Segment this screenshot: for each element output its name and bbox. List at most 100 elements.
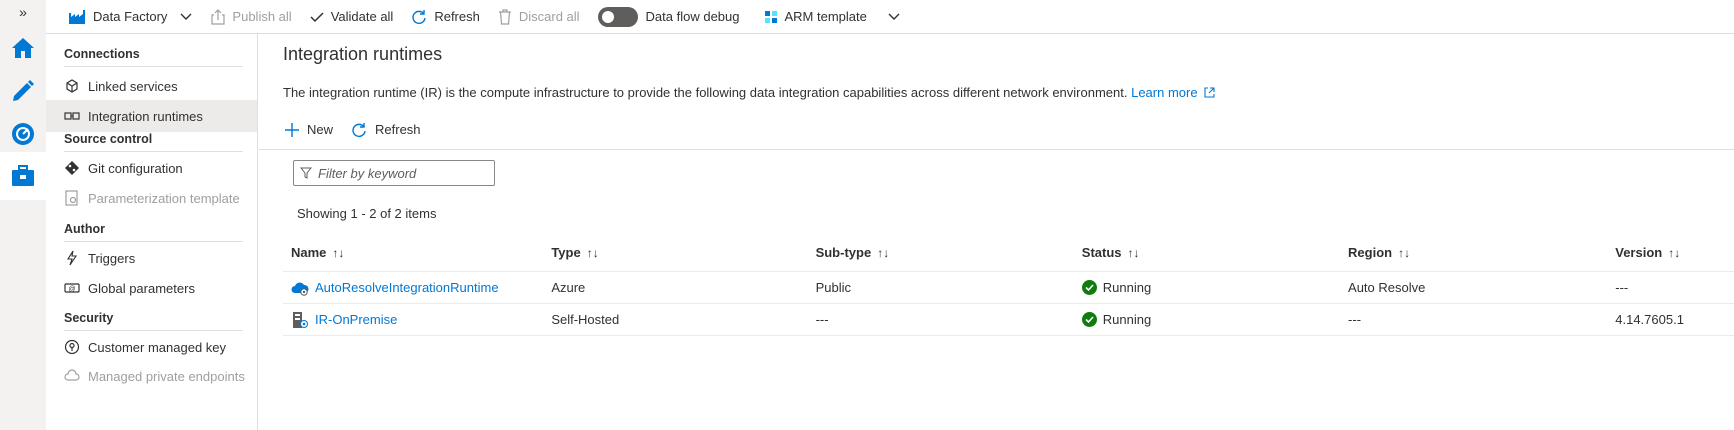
publish-all-button[interactable]: Publish all [211,0,292,34]
nav-item-label: Managed private endpoints [88,368,245,384]
checkmark-icon [310,11,324,22]
column-label: Sub-type [815,245,872,260]
item-count: Showing 1 - 2 of 2 items [297,206,437,221]
refresh-button[interactable]: Refresh [411,0,480,34]
cell-type: Azure [551,280,586,295]
runtime-name-link[interactable]: IR-OnPremise [315,312,397,327]
runtime-name-link[interactable]: AutoResolveIntegrationRuntime [315,280,499,295]
nav-item-label: Parameterization template [88,190,240,206]
pencil-icon [13,80,34,101]
cell-region: --- [1348,312,1362,327]
expand-rail-button[interactable]: » [0,0,46,24]
template-icon [65,190,78,206]
column-header-status[interactable]: Status ↑↓ [1082,245,1348,260]
new-button[interactable]: New [285,122,333,137]
column-label: Name [291,245,327,260]
page-description: The integration runtime (IR) is the comp… [283,85,1215,100]
discard-all-label: Discard all [518,9,580,24]
refresh-icon [352,122,366,137]
filter-icon [300,167,312,179]
linked-services-icon [66,79,78,93]
check-circle-icon [1081,280,1097,295]
table-header: Name ↑↓ Type ↑↓ Sub-type ↑↓ Status ↑↓ Region… [283,234,1734,272]
filter-box[interactable] [293,160,495,186]
column-header-subtype[interactable]: Sub-type ↑↓ [816,245,1082,260]
column-label: Version [1615,245,1663,260]
table-row[interactable]: IR-OnPremise Self-Hosted --- Running ---… [283,304,1734,336]
external-link-icon [1204,87,1215,98]
left-rail: » [0,0,46,430]
rail-filler [0,220,46,430]
trash-icon [498,8,511,25]
description-text: The integration runtime (IR) is the comp… [283,85,1128,100]
section-source-control: Source control [64,132,153,146]
git-icon [65,161,79,175]
column-header-version[interactable]: Version ↑↓ [1615,245,1734,260]
column-header-region[interactable]: Region ↑↓ [1348,245,1615,260]
monitor-button[interactable] [0,110,46,158]
discard-all-button[interactable]: Discard all [498,0,580,34]
nav-item-global-parameters[interactable]: @ Global parameters [46,272,257,304]
new-label: New [307,122,334,137]
nav-item-managed-private-endpoints[interactable]: Managed private endpoints [46,360,257,392]
svg-text:@: @ [68,286,75,293]
refresh-list-label: Refresh [375,122,421,137]
nav-item-integration-runtimes[interactable]: Integration runtimes [46,100,257,132]
server-runtime-icon [293,311,308,328]
section-connections: Connections [64,47,140,61]
arm-template-dropdown[interactable]: ARM template [764,0,901,34]
cell-status: Running [1081,280,1348,295]
cell-subtype: Public [815,280,851,295]
lock-key-icon [64,339,80,355]
cloud-link-icon [64,369,80,381]
manage-button[interactable] [0,152,46,200]
publish-all-label: Publish all [232,9,292,24]
section-author: Author [64,222,105,236]
column-header-name[interactable]: Name ↑↓ [283,245,549,260]
refresh-list-button[interactable]: Refresh [351,122,421,138]
nav-item-git-configuration[interactable]: Git configuration [46,152,257,184]
data-flow-debug-toggle[interactable]: Data flow debug [597,0,740,34]
author-button[interactable] [0,66,46,114]
cell-subtype: --- [815,312,829,327]
top-toolbar: Data Factory Publish all Validate all Re… [46,0,1734,34]
nav-item-label: Global parameters [88,280,195,296]
page-title: Integration runtimes [283,44,443,64]
column-label: Status [1081,245,1122,260]
validate-all-button[interactable]: Validate all [310,0,393,34]
status-text: Running [1102,280,1152,295]
nav-item-triggers[interactable]: Triggers [46,242,257,274]
arm-template-icon [764,10,777,23]
cell-type: Self-Hosted [551,312,620,327]
manage-nav: Connections Linked services Integration … [46,34,258,430]
cell-version: --- [1615,280,1629,295]
nav-item-label: Customer managed key [88,339,227,355]
sort-icon: ↑↓ [332,245,345,260]
plus-icon [285,122,299,137]
nav-item-linked-services[interactable]: Linked services [46,70,257,102]
column-label: Region [1348,245,1393,260]
sort-icon: ↑↓ [877,245,890,260]
column-header-type[interactable]: Type ↑↓ [549,245,815,260]
table-row[interactable]: AutoResolveIntegrationRuntime Azure Publ… [283,272,1734,304]
chevron-down-icon [180,13,192,20]
cell-version: 4.14.7605.1 [1615,312,1684,327]
status-text: Running [1102,312,1152,327]
sort-icon: ↑↓ [1398,245,1411,260]
cloud-runtime-icon [291,282,309,296]
nav-item-customer-managed-key[interactable]: Customer managed key [46,331,257,363]
check-circle-icon [1081,312,1097,327]
filter-input[interactable] [318,165,488,181]
cell-name: AutoResolveIntegrationRuntime [283,280,549,296]
data-factory-dropdown[interactable]: Data Factory [68,0,193,34]
runtimes-table: Name ↑↓ Type ↑↓ Sub-type ↑↓ Status ↑↓ Region… [283,234,1734,336]
column-label: Type [551,245,581,260]
nav-item-parameterization-template[interactable]: Parameterization template [46,182,257,214]
cell-region: Auto Resolve [1348,280,1426,295]
nav-item-label: Triggers [88,250,136,266]
cell-name: IR-OnPremise [283,311,549,329]
toggle-switch[interactable] [597,6,638,27]
learn-more-link[interactable]: Learn more [1131,85,1215,100]
home-button[interactable] [0,24,46,72]
factory-icon [69,9,85,24]
